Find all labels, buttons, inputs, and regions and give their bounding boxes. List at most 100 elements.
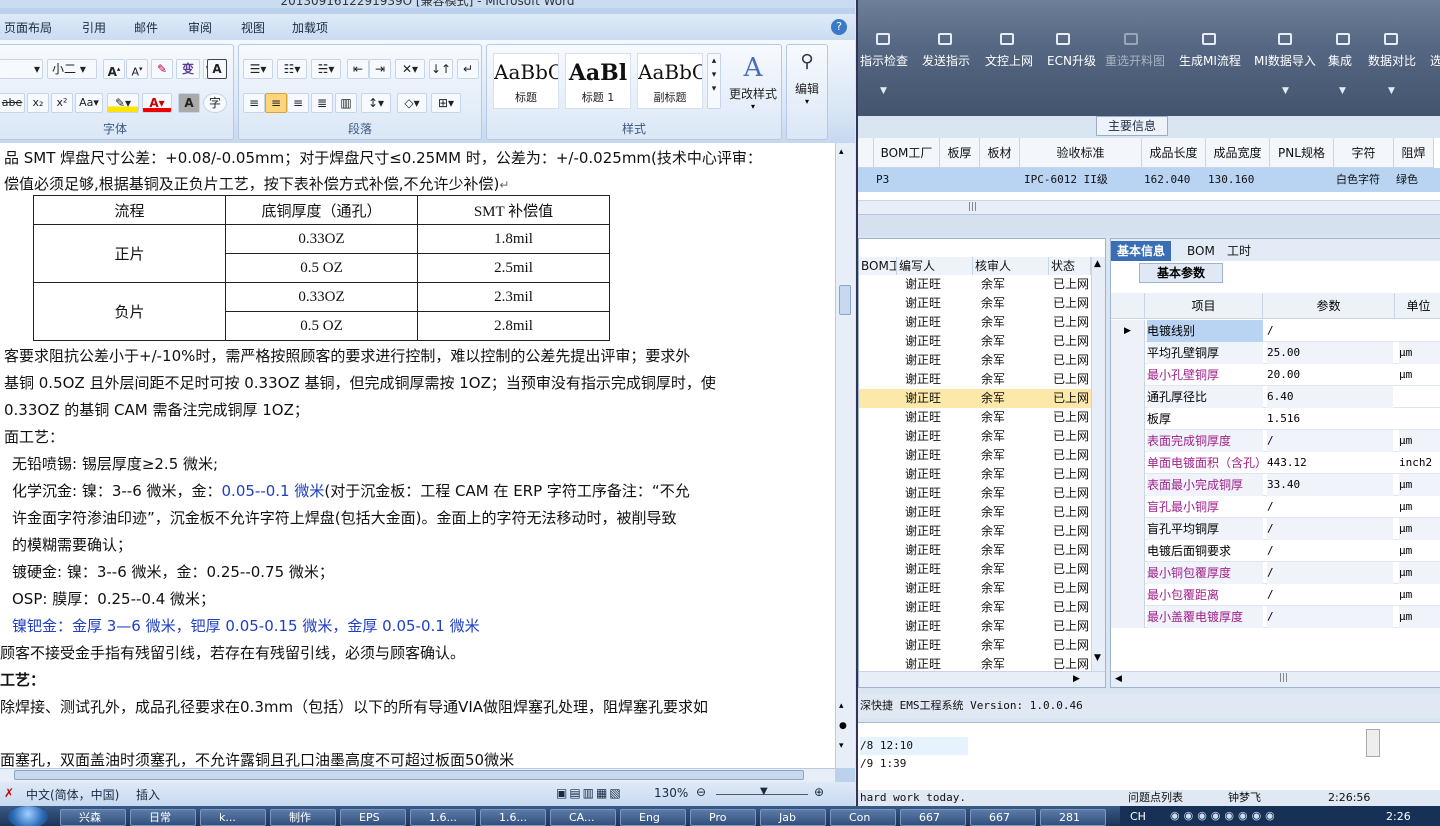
table-row[interactable]: 谢正旺 余军 已上网: [859, 617, 1091, 636]
tab-view[interactable]: 视图: [241, 19, 265, 36]
chevron-down-icon[interactable]: ▼: [1388, 86, 1395, 96]
log-scrollbar[interactable]: [1366, 729, 1380, 757]
grid1-col-thickness[interactable]: 板厚: [940, 138, 980, 168]
document-page[interactable]: 品 SMT 焊盘尺寸公差：+0.08/-0.05mm；对于焊盘尺寸≤0.25MM…: [0, 143, 835, 768]
btn-send-instruct[interactable]: 发送指示: [922, 52, 970, 69]
multilevel-list-icon[interactable]: ☵▾: [311, 59, 341, 79]
taskbar-item[interactable]: 兴森: [60, 809, 126, 826]
rgrid-col-item[interactable]: 项目: [1145, 293, 1263, 319]
table-row[interactable]: 表面完成铜厚度 / μm: [1111, 430, 1440, 452]
grid1-col-length[interactable]: 成品长度: [1142, 138, 1206, 168]
grid1-col-bom[interactable]: BOM工厂: [874, 138, 940, 168]
grid1-col-width[interactable]: 成品宽度: [1206, 138, 1270, 168]
cell-param[interactable]: 6.40: [1267, 386, 1393, 408]
table-row[interactable]: 电镀后面铜要求 / μm: [1111, 540, 1440, 562]
show-marks-icon[interactable]: ↵: [457, 59, 479, 79]
taskbar-item[interactable]: 281: [1040, 809, 1106, 826]
style-heading[interactable]: AaBbC 标题: [493, 53, 559, 109]
row-header[interactable]: ▶: [1111, 320, 1145, 342]
cell-param[interactable]: 443.12: [1267, 452, 1393, 474]
borders-icon[interactable]: ⊞▾: [431, 93, 461, 113]
btn-gen-mi-flow[interactable]: 生成MI流程: [1179, 52, 1241, 69]
taskbar-item[interactable]: Con: [830, 809, 896, 826]
taskbar-item[interactable]: 制作: [270, 809, 336, 826]
taskbar-item[interactable]: Pro: [690, 809, 756, 826]
table-row[interactable]: 盲孔平均铜厚 / μm: [1111, 518, 1440, 540]
cell-param[interactable]: /: [1267, 430, 1393, 452]
cell-param[interactable]: /: [1267, 496, 1393, 518]
left-col-writer[interactable]: 编写人: [897, 257, 973, 275]
row-header[interactable]: [1111, 408, 1145, 430]
zoom-slider-thumb[interactable]: ▼: [760, 786, 768, 797]
btn-data-compare[interactable]: 数据对比: [1368, 52, 1416, 69]
doc-vertical-scrollbar[interactable]: ▴ ▴ ● ▾: [835, 143, 855, 768]
highlight-icon[interactable]: ✎▾: [107, 93, 139, 113]
row-header[interactable]: [1111, 540, 1145, 562]
row-header[interactable]: [1111, 562, 1145, 584]
row-header[interactable]: [1111, 474, 1145, 496]
table-row[interactable]: 谢正旺 余军 已上网: [859, 427, 1091, 446]
status-language[interactable]: 中文(简体，中国): [26, 786, 119, 803]
next-page-icon[interactable]: ▾: [839, 741, 844, 751]
style-subtitle[interactable]: AaBbC 副标题: [637, 53, 703, 109]
btn-more[interactable]: 选: [1430, 52, 1440, 69]
tab-mailings[interactable]: 邮件: [134, 19, 158, 36]
distribute-icon[interactable]: ▥: [335, 93, 357, 113]
cell-param[interactable]: /: [1267, 562, 1393, 584]
cell-param[interactable]: /: [1267, 606, 1393, 628]
start-button[interactable]: [8, 806, 48, 826]
numbering-icon[interactable]: ☷▾: [277, 59, 307, 79]
tab-review[interactable]: 审阅: [188, 19, 212, 36]
left-col-status[interactable]: 状态: [1049, 257, 1091, 275]
tab-basic-params[interactable]: 基本参数: [1139, 263, 1223, 283]
tray-icons-icon[interactable]: ◉◉◉◉◉◉◉◉: [1170, 809, 1279, 822]
zoom-in-icon[interactable]: ⊕: [814, 785, 824, 799]
scroll-down-icon[interactable]: ▼: [1094, 653, 1101, 663]
table-row[interactable]: 平均孔壁铜厚 25.00 μm: [1111, 342, 1440, 364]
btn-doc-online[interactable]: 文控上网: [985, 52, 1033, 69]
table-row[interactable]: 谢正旺 余军 已上网: [859, 541, 1091, 560]
change-styles-button[interactable]: A 更改样式 ▾: [725, 51, 781, 121]
btn-integrate[interactable]: 集成: [1328, 52, 1352, 69]
row-header[interactable]: [1111, 342, 1145, 364]
table-row[interactable]: 通孔厚径比 6.40: [1111, 386, 1440, 408]
splitter[interactable]: [858, 214, 1440, 236]
increase-indent-icon[interactable]: ⇥: [369, 59, 391, 79]
left-col-reviewer[interactable]: 核审人: [973, 257, 1049, 275]
clear-format-icon[interactable]: ✎: [151, 59, 173, 79]
cell-param[interactable]: 20.00: [1267, 364, 1393, 386]
left-vscroll[interactable]: ▲ ▼: [1091, 257, 1105, 671]
btn-mi-import[interactable]: MI数据导入: [1254, 52, 1316, 69]
taskbar-item[interactable]: 1.6...: [410, 809, 476, 826]
table-row[interactable]: 盲孔最小铜厚 / μm: [1111, 496, 1440, 518]
subscript-icon[interactable]: x₂: [27, 93, 49, 113]
btn-reselect-cut[interactable]: 重选开料图: [1105, 52, 1165, 69]
table-row[interactable]: 谢正旺 余军 已上网: [859, 579, 1091, 598]
table-row[interactable]: 谢正旺 余军 已上网: [859, 294, 1091, 313]
cell-param[interactable]: 25.00: [1267, 342, 1393, 364]
taskbar-item[interactable]: CA...: [550, 809, 616, 826]
zoom-out-icon[interactable]: ⊖: [696, 785, 706, 799]
char-border-icon[interactable]: A: [207, 59, 227, 79]
taskbar-item[interactable]: 1.6...: [480, 809, 546, 826]
scroll-thumb[interactable]: [839, 285, 851, 315]
cell-param[interactable]: /: [1267, 540, 1393, 562]
right-hscroll[interactable]: ◀ |||: [1111, 671, 1440, 687]
align-right-icon[interactable]: ≡: [287, 93, 309, 113]
ime-indicator[interactable]: CH: [1130, 810, 1146, 823]
table-row[interactable]: 谢正旺 余军 已上网: [859, 389, 1091, 408]
grid1-col-material[interactable]: 板材: [980, 138, 1020, 168]
font-color-icon[interactable]: A▾: [142, 93, 172, 113]
left-col-bom[interactable]: BOM工厂: [859, 257, 897, 275]
cell-param[interactable]: /: [1267, 518, 1393, 540]
align-center-icon[interactable]: ≡: [265, 93, 287, 113]
tray-clock[interactable]: 2:26: [1386, 810, 1411, 823]
zoom-level[interactable]: 130%: [654, 786, 688, 800]
status-issues[interactable]: 问题点列表: [1128, 790, 1183, 806]
editing-button[interactable]: ⚲ 编辑 ▾: [787, 51, 827, 106]
taskbar-item[interactable]: EPS: [340, 809, 406, 826]
tab-references[interactable]: 引用: [82, 19, 106, 36]
table-row[interactable]: 单面电镀面积（含孔） 443.12 inch2: [1111, 452, 1440, 474]
table-row[interactable]: 谢正旺 余军 已上网: [859, 351, 1091, 370]
table-row[interactable]: 谢正旺 余军 已上网: [859, 465, 1091, 484]
